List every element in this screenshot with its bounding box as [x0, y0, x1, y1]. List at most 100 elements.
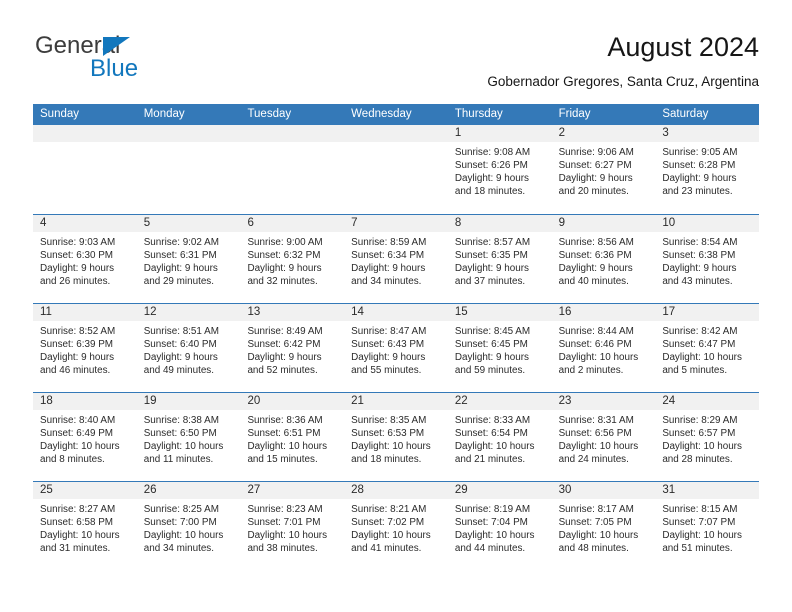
day-cell[interactable]: 18 Sunrise: 8:40 AM Sunset: 6:49 PM Dayligh… [33, 393, 137, 481]
day-cell[interactable]: 17 Sunrise: 8:42 AM Sunset: 6:47 PM Dayligh… [655, 304, 760, 392]
general-blue-logo[interactable]: General Blue [33, 30, 273, 90]
day-info-line: Daylight: 10 hours [454, 441, 535, 453]
day-cell[interactable]: 20 Sunrise: 8:36 AM Sunset: 6:51 PM Dayligh… [240, 393, 345, 481]
day-info-line: Daylight: 9 hours [662, 173, 737, 185]
day-sun-info [344, 142, 448, 146]
day-cell[interactable]: 5 Sunrise: 9:02 AM Sunset: 6:31 PM Daylight… [136, 215, 241, 303]
day-sun-info: Sunrise: 8:29 AM Sunset: 6:57 PM Daylight:… [655, 410, 759, 466]
day-number [33, 125, 137, 142]
day-info-line: Sunrise: 9:03 AM [40, 237, 116, 248]
day-info-line: and 15 minutes. [247, 454, 318, 466]
day-cell[interactable]: 3 Sunrise: 9:05 AM Sunset: 6:28 PM Daylight… [655, 125, 760, 214]
day-sun-info: Sunrise: 8:40 AM Sunset: 6:49 PM Daylight:… [33, 410, 137, 466]
day-number: 28 [344, 482, 448, 499]
day-info-line: Sunset: 6:28 PM [662, 160, 736, 172]
day-cell[interactable]: 14 Sunrise: 8:47 AM Sunset: 6:43 PM Dayligh… [344, 304, 448, 392]
day-info-line: Daylight: 10 hours [247, 530, 328, 542]
day-number: 1 [447, 125, 552, 142]
day-cell[interactable]: 31 Sunrise: 8:15 AM Sunset: 7:07 PM Dayligh… [655, 482, 760, 570]
day-cell[interactable]: 23 Sunrise: 8:31 AM Sunset: 6:56 PM Dayligh… [551, 393, 656, 481]
day-cell[interactable]: 30 Sunrise: 8:17 AM Sunset: 7:05 PM Dayligh… [551, 482, 656, 570]
day-info-line: and 23 minutes. [662, 186, 733, 198]
day-info-line: Sunrise: 8:38 AM [143, 415, 219, 426]
day-info-line: and 29 minutes. [143, 276, 214, 288]
logo-text-blue: Blue [90, 55, 139, 82]
day-info-line: Sunset: 6:38 PM [662, 250, 736, 262]
day-info-line: Sunrise: 8:23 AM [247, 504, 323, 515]
day-cell[interactable]: 16 Sunrise: 8:44 AM Sunset: 6:46 PM Dayligh… [551, 304, 656, 392]
day-info-line: Daylight: 10 hours [143, 530, 224, 542]
day-cell[interactable]: 26 Sunrise: 8:25 AM Sunset: 7:00 PM Dayligh… [136, 482, 241, 570]
day-number: 20 [240, 393, 345, 410]
day-sun-info: Sunrise: 8:57 AM Sunset: 6:35 PM Daylight:… [448, 232, 552, 288]
day-cell[interactable]: 11 Sunrise: 8:52 AM Sunset: 6:39 PM Dayligh… [33, 304, 137, 392]
day-sun-info: Sunrise: 8:36 AM Sunset: 6:51 PM Daylight:… [240, 410, 344, 466]
day-cell[interactable]: 13 Sunrise: 8:49 AM Sunset: 6:42 PM Dayligh… [240, 304, 345, 392]
day-info-line: Sunrise: 8:44 AM [558, 326, 634, 337]
day-info-line: Daylight: 10 hours [247, 441, 328, 453]
day-info-line: Sunrise: 8:31 AM [558, 415, 634, 426]
day-info-line: Sunrise: 8:36 AM [247, 415, 323, 426]
day-info-line: Sunset: 6:43 PM [351, 339, 425, 351]
day-info-line: Daylight: 9 hours [143, 352, 218, 364]
day-info-line: Sunrise: 8:56 AM [558, 237, 634, 248]
day-info-line: Sunset: 6:53 PM [351, 428, 425, 440]
day-sun-info: Sunrise: 8:44 AM Sunset: 6:46 PM Daylight:… [552, 321, 656, 377]
day-info-line: Daylight: 9 hours [454, 352, 529, 364]
day-cell[interactable]: 25 Sunrise: 8:27 AM Sunset: 6:58 PM Dayligh… [33, 482, 137, 570]
day-cell[interactable]: 7 Sunrise: 8:59 AM Sunset: 6:34 PM Daylight… [344, 215, 448, 303]
day-info-line: Sunset: 6:49 PM [40, 428, 114, 440]
day-info-line: Sunrise: 8:45 AM [454, 326, 531, 337]
day-sun-info: Sunrise: 8:49 AM Sunset: 6:42 PM Daylight:… [240, 321, 344, 377]
day-info-line: Sunset: 6:51 PM [247, 428, 321, 440]
day-number: 12 [136, 304, 241, 321]
day-cell[interactable]: 19 Sunrise: 8:38 AM Sunset: 6:50 PM Dayligh… [136, 393, 241, 481]
day-cell-empty [240, 125, 345, 214]
day-cell[interactable]: 28 Sunrise: 8:21 AM Sunset: 7:02 PM Dayligh… [344, 482, 448, 570]
calendar-week-row: 1 Sunrise: 9:08 AM Sunset: 6:26 PM Daylight… [33, 125, 760, 214]
day-info-line: and 18 minutes. [454, 186, 526, 198]
day-number: 23 [551, 393, 656, 410]
day-info-line: Sunset: 7:01 PM [247, 517, 321, 529]
day-cell[interactable]: 29 Sunrise: 8:19 AM Sunset: 7:04 PM Dayligh… [447, 482, 552, 570]
day-sun-info: Sunrise: 8:54 AM Sunset: 6:38 PM Daylight:… [655, 232, 759, 288]
day-cell[interactable]: 27 Sunrise: 8:23 AM Sunset: 7:01 PM Dayligh… [240, 482, 345, 570]
weekday-header-sunday: Sunday [40, 108, 80, 120]
day-info-line: and 20 minutes. [558, 186, 629, 198]
day-number: 4 [33, 215, 137, 232]
day-cell[interactable]: 2 Sunrise: 9:06 AM Sunset: 6:27 PM Daylight… [551, 125, 656, 214]
day-cell[interactable]: 24 Sunrise: 8:29 AM Sunset: 6:57 PM Dayligh… [655, 393, 760, 481]
day-cell[interactable]: 9 Sunrise: 8:56 AM Sunset: 6:36 PM Daylight… [551, 215, 656, 303]
day-info-line: Sunset: 6:40 PM [143, 339, 217, 351]
day-info-line: and 37 minutes. [454, 276, 526, 288]
day-info-line: and 26 minutes. [40, 276, 111, 288]
day-sun-info: Sunrise: 8:42 AM Sunset: 6:47 PM Daylight:… [655, 321, 759, 377]
day-number: 18 [33, 393, 137, 410]
day-info-line: Daylight: 10 hours [351, 441, 431, 453]
day-sun-info: Sunrise: 9:05 AM Sunset: 6:28 PM Daylight:… [655, 142, 759, 198]
weekday-header-thursday: Thursday [454, 108, 503, 120]
day-cell[interactable]: 12 Sunrise: 8:51 AM Sunset: 6:40 PM Dayligh… [136, 304, 241, 392]
day-cell[interactable]: 1 Sunrise: 9:08 AM Sunset: 6:26 PM Daylight… [447, 125, 552, 214]
day-info-line: and 5 minutes. [662, 365, 728, 377]
day-cell[interactable]: 10 Sunrise: 8:54 AM Sunset: 6:38 PM Dayligh… [655, 215, 760, 303]
day-cell[interactable]: 22 Sunrise: 8:33 AM Sunset: 6:54 PM Dayligh… [447, 393, 552, 481]
day-cell[interactable]: 8 Sunrise: 8:57 AM Sunset: 6:35 PM Daylight… [447, 215, 552, 303]
day-info-line: Daylight: 10 hours [662, 530, 742, 542]
day-info-line: Sunrise: 9:08 AM [454, 147, 531, 158]
day-info-line: and 18 minutes. [351, 454, 422, 466]
day-info-line: Sunrise: 8:21 AM [351, 504, 427, 515]
day-cell[interactable]: 21 Sunrise: 8:35 AM Sunset: 6:53 PM Dayligh… [344, 393, 448, 481]
day-info-line: Sunrise: 8:25 AM [143, 504, 219, 515]
day-cell[interactable]: 4 Sunrise: 9:03 AM Sunset: 6:30 PM Daylight… [33, 215, 137, 303]
day-cell[interactable]: 15 Sunrise: 8:45 AM Sunset: 6:45 PM Dayligh… [447, 304, 552, 392]
day-number: 22 [447, 393, 552, 410]
day-number: 17 [655, 304, 760, 321]
day-info-line: Sunset: 6:42 PM [247, 339, 321, 351]
day-number: 2 [551, 125, 656, 142]
day-cell[interactable]: 6 Sunrise: 9:00 AM Sunset: 6:32 PM Daylight… [240, 215, 345, 303]
day-info-line: Sunset: 6:31 PM [143, 250, 217, 262]
weekday-header-saturday: Saturday [662, 108, 709, 120]
day-cell-empty [136, 125, 241, 214]
day-info-line: Daylight: 10 hours [40, 441, 120, 453]
